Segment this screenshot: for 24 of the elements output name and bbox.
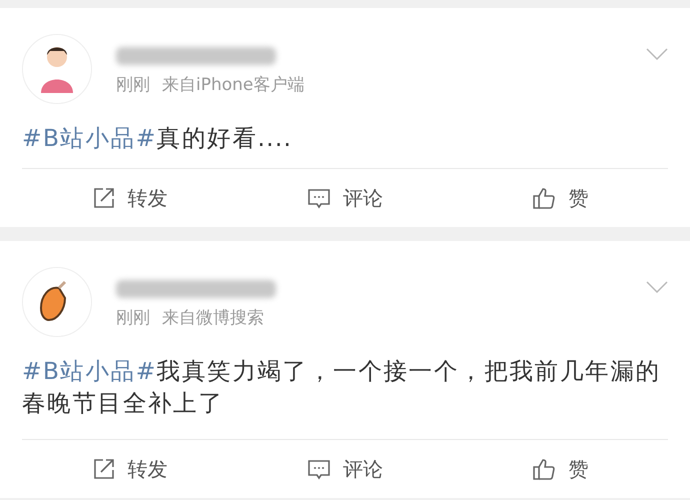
repost-button[interactable]: 转发 bbox=[92, 456, 168, 482]
post-source: 来自微博搜索 bbox=[162, 306, 264, 328]
avatar bbox=[22, 34, 92, 104]
avatar bbox=[22, 267, 92, 337]
chevron-down-icon[interactable] bbox=[646, 281, 668, 293]
thumbs-up-icon bbox=[532, 457, 556, 481]
like-button[interactable]: 赞 bbox=[532, 184, 588, 212]
repost-button[interactable]: 转发 bbox=[92, 184, 168, 212]
comment-button[interactable]: 评论 bbox=[306, 184, 383, 212]
share-icon bbox=[92, 186, 116, 210]
thumbs-up-icon bbox=[532, 186, 556, 210]
hashtag-link[interactable]: #B站小品# bbox=[22, 124, 157, 152]
comment-icon bbox=[306, 186, 331, 210]
post-time: 刚刚 bbox=[116, 306, 150, 328]
comment-icon bbox=[306, 457, 331, 481]
like-button[interactable]: 赞 bbox=[532, 456, 588, 482]
share-icon bbox=[92, 457, 116, 481]
comment-button[interactable]: 评论 bbox=[306, 456, 383, 482]
post-source: 来自iPhone客户端 bbox=[162, 74, 304, 96]
post-text: #B站小品#我真笑力竭了，一个接一个，把我前几年漏的春晚节目全补上了 bbox=[22, 356, 662, 419]
post-text: #B站小品#真的好看.... bbox=[22, 123, 294, 154]
chevron-down-icon[interactable] bbox=[646, 48, 668, 60]
hashtag-link[interactable]: #B站小品# bbox=[22, 357, 157, 385]
post-time: 刚刚 bbox=[116, 74, 150, 96]
